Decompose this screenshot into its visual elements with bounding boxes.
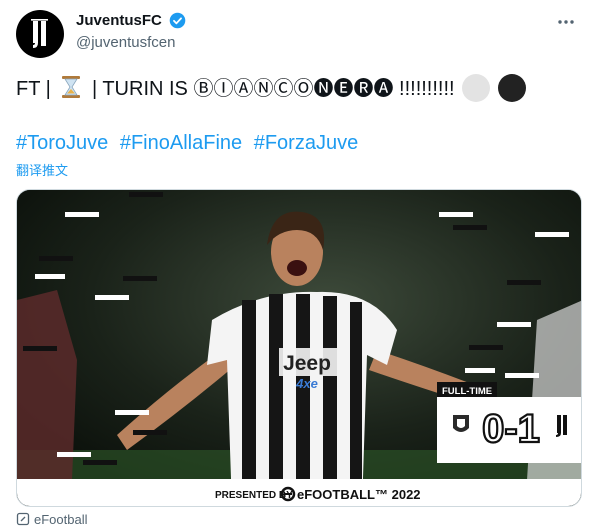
- torino-crest-icon: [453, 415, 469, 432]
- hashtag-link[interactable]: #ToroJuve: [16, 132, 108, 154]
- hashtag-link[interactable]: #FinoAllaFine: [120, 132, 242, 154]
- card-source-label: eFootball: [34, 512, 88, 527]
- jersey-sponsor-text: Jeep: [283, 352, 331, 375]
- translate-tweet-link[interactable]: 翻译推文: [16, 160, 68, 179]
- white-circle-icon: [462, 74, 491, 102]
- display-name[interactable]: JuventusFC: [76, 12, 162, 29]
- user-handle[interactable]: @juventusfcen: [76, 34, 186, 51]
- tweet-text-suffix: !!!!!!!!!!: [393, 78, 461, 100]
- tweet-media-image[interactable]: Jeep 4xe FULL-TIME 0-1 PRESENTED BY eFOO…: [16, 189, 582, 507]
- tweet-text-middle: | TURIN IS: [91, 78, 194, 100]
- tweet-text-negative-circled: 🅝🅔🅡🅐: [313, 76, 394, 100]
- tweet-text-prefix: FT |: [16, 78, 57, 100]
- score-text: 0-1: [482, 407, 540, 451]
- tweet-text-circled: ⒷⒾⒶⓃⒸⓄ: [193, 76, 314, 100]
- more-options-icon[interactable]: [556, 12, 576, 32]
- fulltime-label: FULL-TIME: [442, 386, 492, 397]
- hashtags: #ToroJuve #FinoAllaFine #ForzaJuve: [16, 130, 364, 156]
- jersey-sponsor-sub: 4xe: [295, 376, 318, 391]
- sponsor-name: eFOOTBALL™ 2022: [297, 487, 421, 502]
- link-card-icon: [16, 512, 30, 526]
- avatar[interactable]: [16, 10, 64, 58]
- hourglass-icon: [62, 76, 81, 98]
- verified-badge-icon: [170, 12, 186, 29]
- black-circle-icon: [497, 74, 526, 102]
- tweet-text: FT | | TURIN IS ⒷⒾⒶⓃⒸⓄ🅝🅔🅡🅐 !!!!!!!!!!: [16, 74, 526, 103]
- juventus-logo-icon: [31, 19, 48, 48]
- hashtag-link[interactable]: #ForzaJuve: [254, 132, 359, 154]
- match-graphic: Jeep 4xe FULL-TIME 0-1 PRESENTED BY eFOO…: [17, 190, 581, 506]
- card-source[interactable]: eFootball: [16, 512, 87, 527]
- tweet-header: JuventusFC @juventusfcen: [16, 10, 576, 58]
